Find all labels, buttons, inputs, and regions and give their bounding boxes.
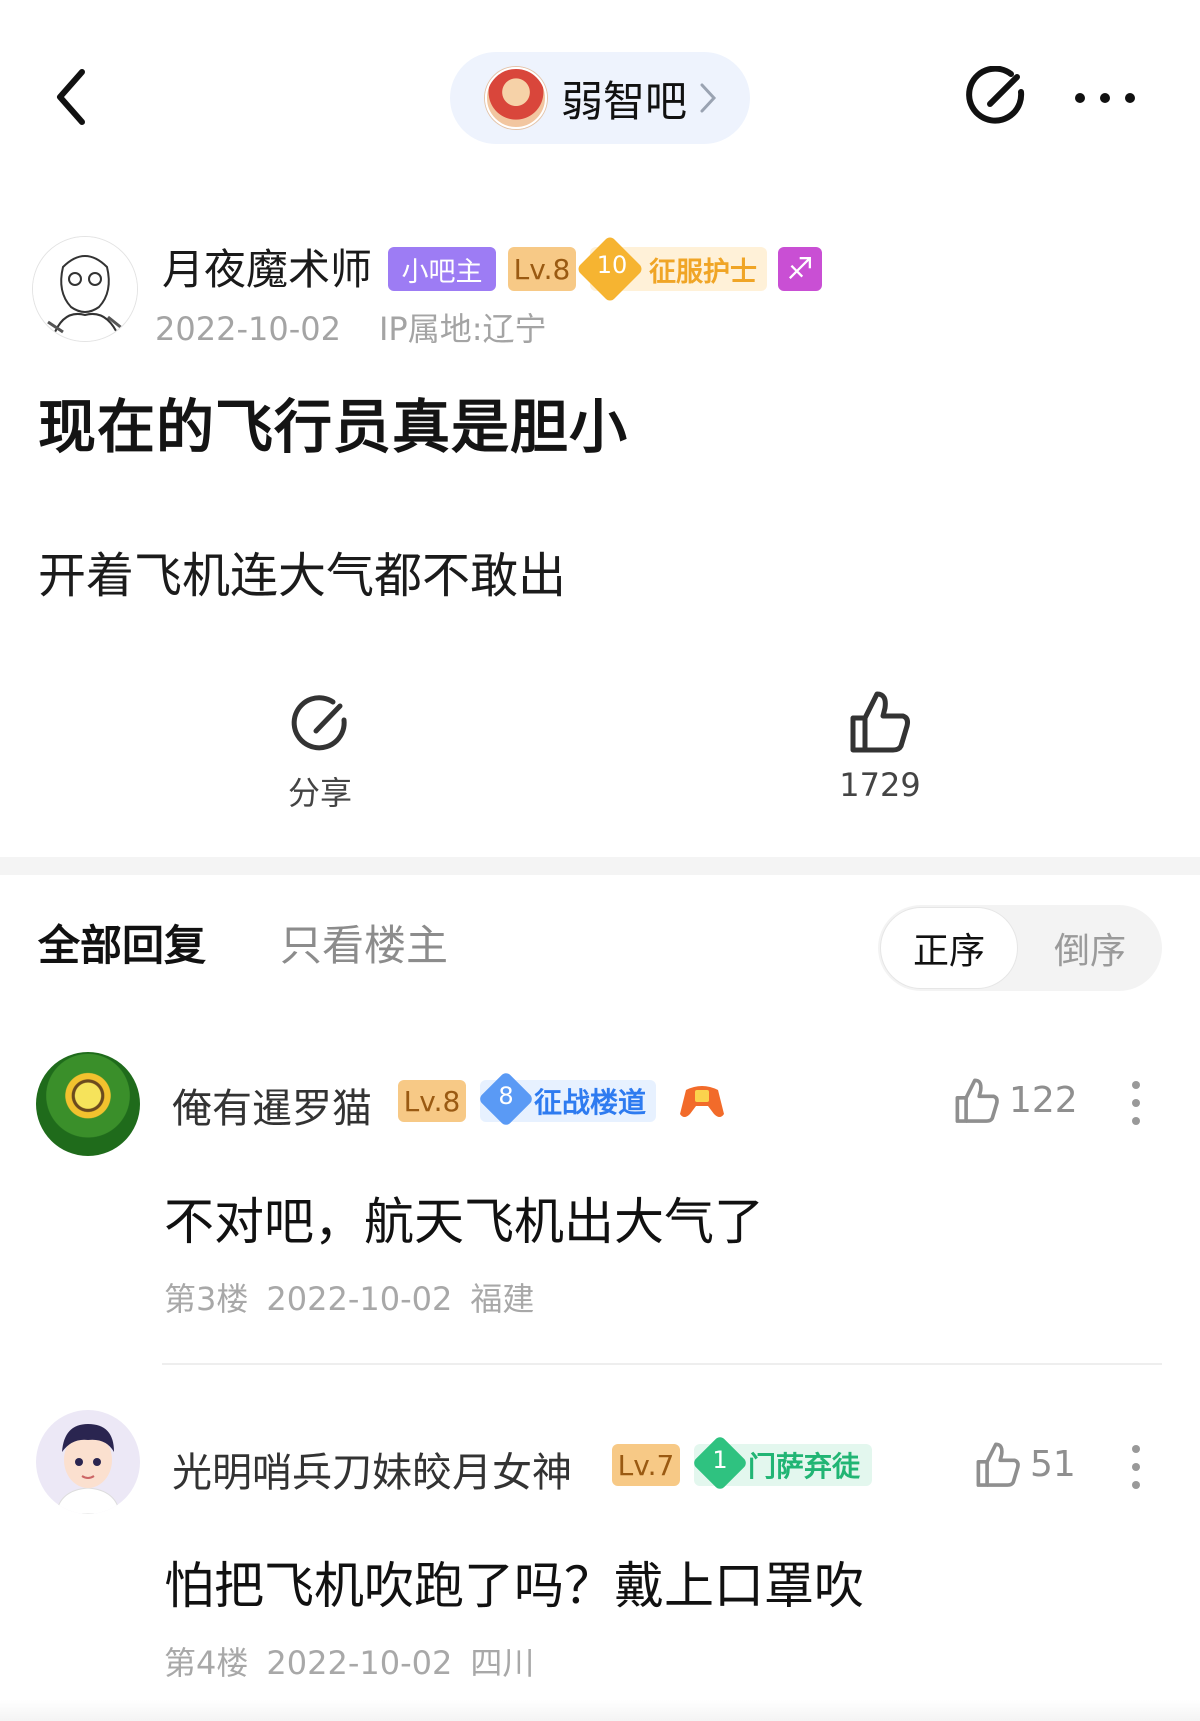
sort-desc-button[interactable]: 倒序 <box>1020 907 1160 989</box>
forum-owner-badge: 小吧主 <box>388 247 496 291</box>
comment-location: 福建 <box>470 1280 535 1318</box>
like-button[interactable]: 1729 <box>830 688 930 804</box>
thumbs-up-icon <box>955 1078 999 1123</box>
cartoon-avatar-image <box>55 1424 121 1514</box>
comment-user[interactable]: 光明哨兵刀妹皎月女神 <box>172 1440 572 1498</box>
sort-toggle: 正序 倒序 <box>878 905 1162 991</box>
comment-floor: 第3楼 <box>164 1280 249 1318</box>
tab-owner-only[interactable]: 只看楼主 <box>280 912 448 973</box>
thumbs-up-icon <box>976 1442 1020 1487</box>
comment-date: 2022-10-02 <box>266 1644 453 1682</box>
forum-name: 弱智吧 <box>561 76 688 126</box>
share-button[interactable]: 分享 <box>270 694 370 814</box>
honor-level: 8 <box>498 1082 514 1110</box>
comment-honor-badge: 8 征战楼道 <box>477 1070 656 1128</box>
comment-text: 怕把飞机吹跑了吗？戴上口罩吹 <box>164 1557 864 1615</box>
conquer-title: 征服护士 <box>649 256 757 288</box>
comment-like-count: 51 <box>1030 1443 1076 1485</box>
comment-level-badge: Lv.8 <box>398 1080 466 1122</box>
zodiac-badge: ♐ <box>778 247 822 291</box>
forum-avatar <box>485 67 547 129</box>
conquer-level: 10 <box>596 251 628 279</box>
comment-avatar[interactable] <box>36 1052 140 1156</box>
comment-like-button[interactable]: 51 <box>974 1440 1076 1488</box>
top-share-button[interactable] <box>965 65 1027 128</box>
comment-honor-badge: 1 门萨弃徒 <box>691 1434 872 1492</box>
like-count: 1729 <box>839 766 921 804</box>
sort-asc-button[interactable]: 正序 <box>880 907 1018 989</box>
share-label: 分享 <box>287 774 352 812</box>
comment-user[interactable]: 俺有暹罗猫 <box>172 1076 372 1134</box>
back-arrow-icon <box>57 69 85 125</box>
conquer-badge: 10 征服护士 <box>576 235 767 303</box>
post-meta: 2022-10-02 IP属地:辽宁 <box>155 304 547 350</box>
honor-title: 门萨弃徒 <box>748 1450 861 1483</box>
comment-like-button[interactable]: 122 <box>953 1076 1078 1124</box>
more-button[interactable] <box>1070 86 1140 110</box>
comment-meta: 第3楼 2022-10-02 福建 <box>164 1274 534 1320</box>
honor-level: 1 <box>712 1446 728 1474</box>
comment-meta: 第4楼 2022-10-02 四川 <box>164 1638 534 1684</box>
comment-floor: 第4楼 <box>164 1644 249 1682</box>
more-icon <box>1075 93 1135 103</box>
sketch-avatar-image <box>33 237 137 341</box>
comment-level-badge: Lv.7 <box>612 1444 680 1486</box>
comment-avatar[interactable] <box>36 1410 140 1514</box>
forum-link[interactable]: 弱智吧 <box>450 52 750 144</box>
comment-like-count: 122 <box>1009 1079 1078 1121</box>
level-badge: Lv.8 <box>508 247 576 291</box>
share-icon <box>291 695 347 751</box>
comment-location: 四川 <box>470 1644 535 1682</box>
comment-date: 2022-10-02 <box>266 1280 453 1318</box>
author-avatar[interactable] <box>32 236 138 342</box>
honor-title: 征战楼道 <box>534 1086 647 1119</box>
share-icon <box>966 65 1025 124</box>
post-body: 开着飞机连大气都不敢出 <box>38 548 567 604</box>
post-date: 2022-10-02 <box>155 310 341 348</box>
author-name[interactable]: 月夜魔术师 <box>162 236 372 297</box>
bottom-edge <box>0 1700 1200 1721</box>
chevron-right-icon <box>700 83 717 113</box>
comment-text: 不对吧，航天飞机出大气了 <box>164 1193 764 1251</box>
comment-divider <box>162 1363 1162 1365</box>
vertical-more-icon[interactable] <box>1130 1444 1142 1490</box>
game-controller-icon <box>680 1086 724 1117</box>
thumbs-up-icon <box>850 691 910 753</box>
back-button[interactable] <box>50 62 100 132</box>
vertical-more-icon[interactable] <box>1130 1080 1142 1126</box>
post-title: 现在的飞行员真是胆小 <box>38 393 629 461</box>
tab-all-replies[interactable]: 全部回复 <box>38 912 206 973</box>
post-ip-location: IP属地:辽宁 <box>378 310 547 348</box>
section-divider <box>0 857 1200 875</box>
